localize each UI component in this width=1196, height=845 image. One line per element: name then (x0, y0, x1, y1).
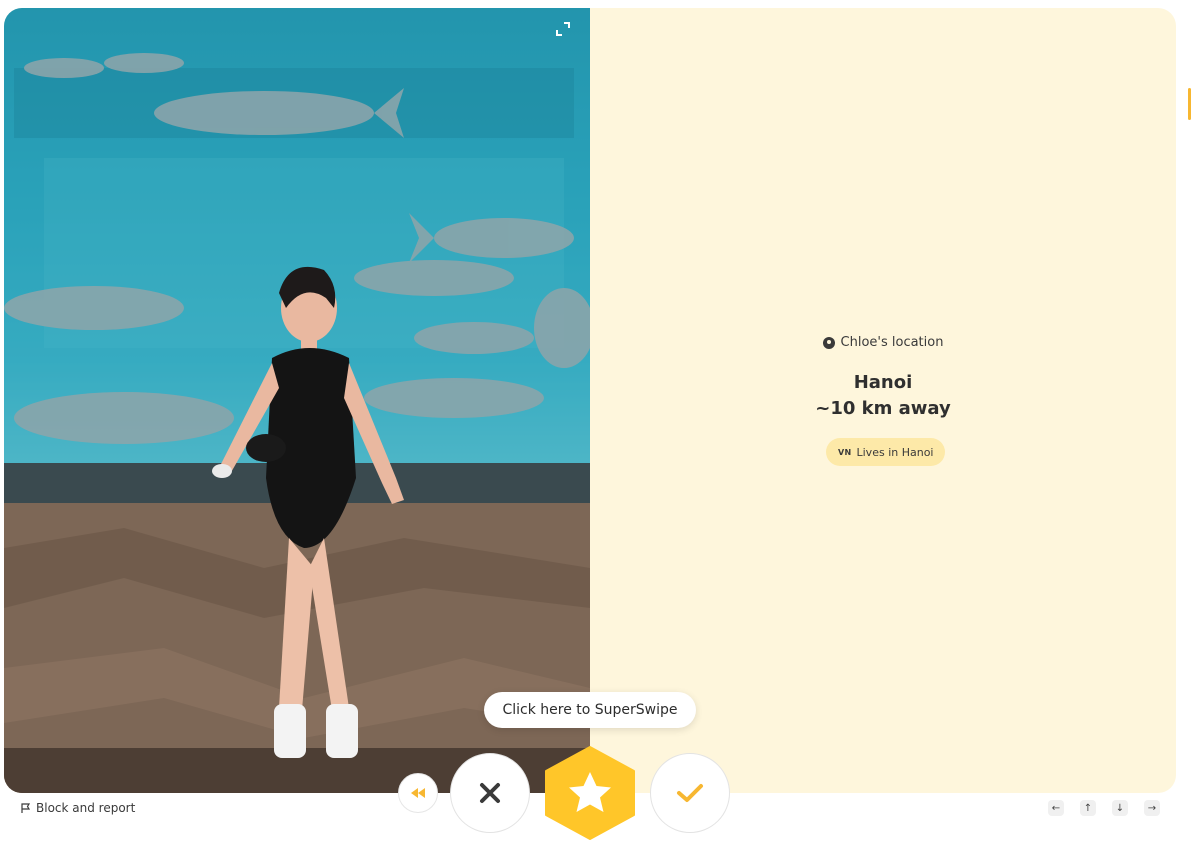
country-code: VN (838, 447, 852, 457)
expand-icon (556, 22, 570, 36)
key-up[interactable]: ↑ (1080, 800, 1096, 816)
block-and-report-label: Block and report (36, 801, 136, 815)
aquarium-photo-illustration (4, 8, 590, 793)
profile-info-panel: Chloe's location Hanoi ~10 km away VN Li… (590, 8, 1176, 793)
like-button[interactable] (650, 753, 730, 833)
expand-photo-button[interactable] (556, 22, 574, 40)
key-left[interactable]: ← (1048, 800, 1064, 816)
rewind-icon (411, 788, 425, 798)
key-down[interactable]: ↓ (1112, 800, 1128, 816)
pass-button[interactable] (450, 753, 530, 833)
profile-card: Chloe's location Hanoi ~10 km away VN Li… (4, 8, 1176, 793)
lives-in-label: Lives in Hanoi (856, 445, 934, 459)
location-pin-icon (822, 336, 835, 349)
superswipe-tooltip: Click here to SuperSwipe (484, 692, 696, 728)
block-and-report-link[interactable]: Block and report (21, 801, 135, 815)
scroll-indicator[interactable] (1188, 88, 1191, 120)
location-heading-text: Chloe's location (840, 335, 944, 350)
flag-icon (21, 802, 31, 813)
lives-in-badge: VN Lives in Hanoi (826, 438, 946, 466)
rewind-button[interactable] (398, 773, 438, 813)
superswipe-hexagon (545, 746, 635, 840)
location-city: Hanoi (853, 372, 913, 393)
profile-photo[interactable] (4, 8, 590, 793)
check-icon (677, 784, 703, 802)
close-icon (480, 783, 500, 803)
superswipe-button[interactable] (543, 745, 637, 841)
location-distance: ~10 km away (815, 398, 951, 419)
location-heading: Chloe's location (590, 335, 1176, 350)
key-right[interactable]: → (1144, 800, 1160, 816)
